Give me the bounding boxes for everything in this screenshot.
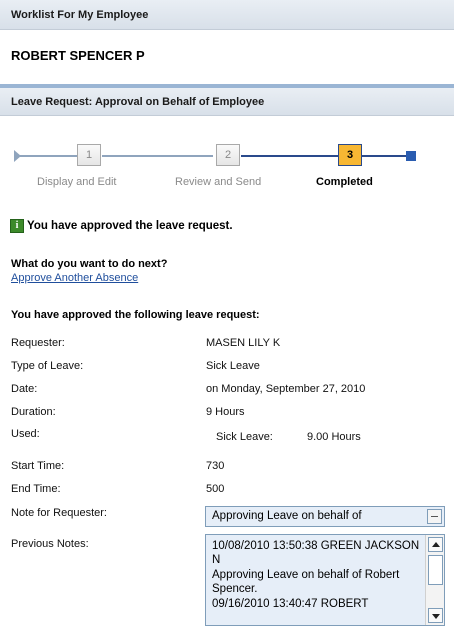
- used-label: Used:: [11, 428, 40, 440]
- employee-name: ROBERT SPENCER P: [11, 48, 145, 63]
- roadmap-step-2[interactable]: 2: [216, 144, 240, 166]
- approve-another-absence-link[interactable]: Approve Another Absence: [11, 272, 138, 284]
- end-time-value: 500: [206, 483, 225, 495]
- date-value: on Monday, September 27, 2010: [206, 383, 366, 395]
- roadmap-connector: [241, 155, 338, 157]
- duration-value: 9 Hours: [206, 406, 245, 418]
- field-spinner-icon[interactable]: [427, 509, 442, 524]
- roadmap-step-1-label: Display and Edit: [37, 176, 117, 188]
- end-time-label: End Time:: [11, 483, 61, 495]
- note-for-requester-field[interactable]: Approving Leave on behalf of: [205, 506, 445, 527]
- roadmap-step-3-label: Completed: [316, 176, 373, 188]
- roadmap-end-icon: [406, 151, 416, 161]
- worklist-title: Worklist For My Employee: [11, 9, 149, 21]
- employee-bar: ROBERT SPENCER P: [0, 31, 454, 83]
- scroll-thumb[interactable]: [428, 555, 443, 585]
- confirmation-text: You have approved the leave request.: [27, 220, 233, 232]
- roadmap-step-1[interactable]: 1: [77, 144, 101, 166]
- previous-notes-text: 10/08/2010 13:50:38 GREEN JACKSON N Appr…: [212, 540, 420, 610]
- scroll-down-icon[interactable]: [428, 608, 443, 623]
- duration-label: Duration:: [11, 406, 56, 418]
- roadmap-connector: [20, 155, 78, 157]
- scroll-up-icon[interactable]: [428, 537, 443, 552]
- scrollbar[interactable]: [425, 535, 444, 625]
- note-label: Note for Requester:: [11, 507, 107, 519]
- previous-notes-label: Previous Notes:: [11, 538, 89, 550]
- note-text: Approving Leave on behalf of: [212, 510, 362, 522]
- start-time-value: 730: [206, 460, 225, 472]
- start-time-label: Start Time:: [11, 460, 65, 472]
- requester-value: MASEN LILY K: [206, 337, 281, 349]
- details-heading: You have approved the following leave re…: [11, 309, 260, 321]
- roadmap-step-2-label: Review and Send: [175, 176, 262, 188]
- roadmap-connector: [102, 155, 213, 157]
- leave-type-value: Sick Leave: [206, 360, 260, 372]
- worklist-header: Worklist For My Employee: [0, 0, 454, 30]
- confirmation-message: i You have approved the leave request.: [10, 219, 233, 233]
- date-label: Date:: [11, 383, 38, 395]
- roadmap-connector: [362, 155, 408, 157]
- info-icon: i: [10, 219, 24, 233]
- leave-type-label: Type of Leave:: [11, 360, 84, 372]
- next-question: What do you want to do next?: [11, 258, 168, 270]
- used-amount: 9.00 Hours: [307, 431, 361, 443]
- roadmap-step-3[interactable]: 3: [338, 144, 362, 166]
- page-header: Leave Request: Approval on Behalf of Emp…: [0, 88, 454, 116]
- previous-notes-field[interactable]: 10/08/2010 13:50:38 GREEN JACKSON N Appr…: [205, 534, 445, 626]
- requester-label: Requester:: [11, 337, 65, 349]
- used-type: Sick Leave:: [216, 431, 273, 443]
- roadmap: 1 2 3 Display and Edit Review and Send C…: [0, 130, 454, 190]
- page-title: Leave Request: Approval on Behalf of Emp…: [11, 96, 265, 108]
